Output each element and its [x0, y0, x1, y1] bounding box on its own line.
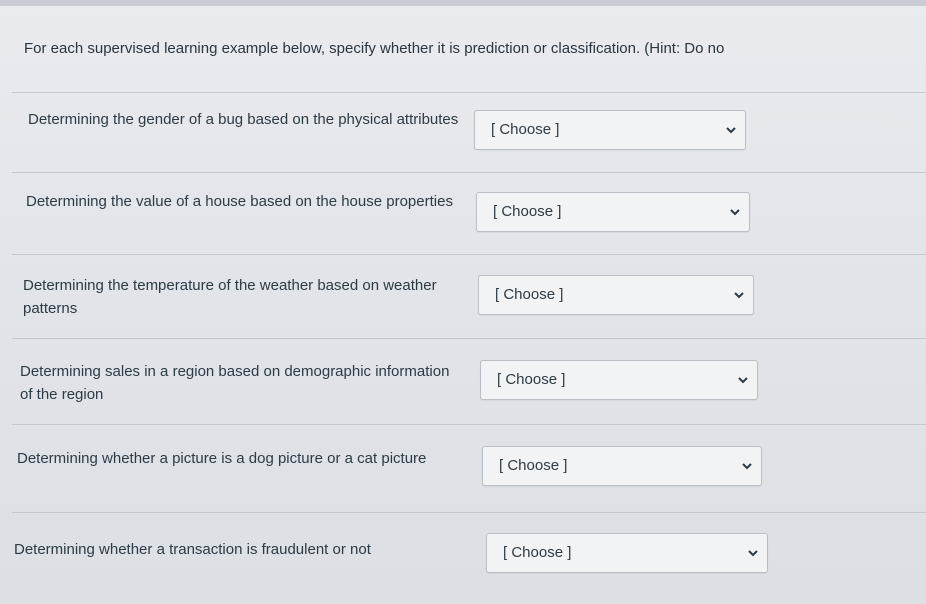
select-value: [ Choose ]	[503, 544, 572, 561]
divider	[12, 254, 926, 255]
select-value: [ Choose ]	[495, 286, 564, 303]
answer-select-3[interactable]: [ Choose ]	[478, 275, 754, 315]
question-text-4: Determining sales in a region based on d…	[20, 363, 450, 403]
divider	[12, 338, 926, 339]
question-text-1: Determining the gender of a bug based on…	[28, 111, 459, 128]
chevron-down-icon	[742, 463, 752, 470]
chevron-down-icon	[748, 550, 758, 557]
chevron-down-icon	[734, 292, 744, 299]
question-text-5: Determining whether a picture is a dog p…	[17, 450, 427, 467]
chevron-down-icon	[730, 209, 740, 216]
question-text-3: Determining the temperature of the weath…	[23, 277, 437, 317]
question-text-6: Determining whether a transaction is fra…	[14, 541, 371, 558]
answer-select-4[interactable]: [ Choose ]	[480, 360, 758, 400]
answer-select-2[interactable]: [ Choose ]	[476, 192, 750, 232]
answer-select-5[interactable]: [ Choose ]	[482, 446, 762, 486]
divider	[12, 172, 926, 173]
divider	[12, 92, 926, 93]
top-border	[0, 0, 926, 6]
answer-select-6[interactable]: [ Choose ]	[486, 533, 768, 573]
divider	[12, 512, 926, 513]
instructions-text: For each supervised learning example bel…	[24, 40, 725, 57]
divider	[12, 424, 926, 425]
question-text-2: Determining the value of a house based o…	[26, 193, 453, 210]
chevron-down-icon	[738, 377, 748, 384]
answer-select-1[interactable]: [ Choose ]	[474, 110, 746, 150]
select-value: [ Choose ]	[497, 371, 566, 388]
select-value: [ Choose ]	[499, 457, 568, 474]
select-value: [ Choose ]	[491, 121, 560, 138]
chevron-down-icon	[726, 127, 736, 134]
select-value: [ Choose ]	[493, 203, 562, 220]
